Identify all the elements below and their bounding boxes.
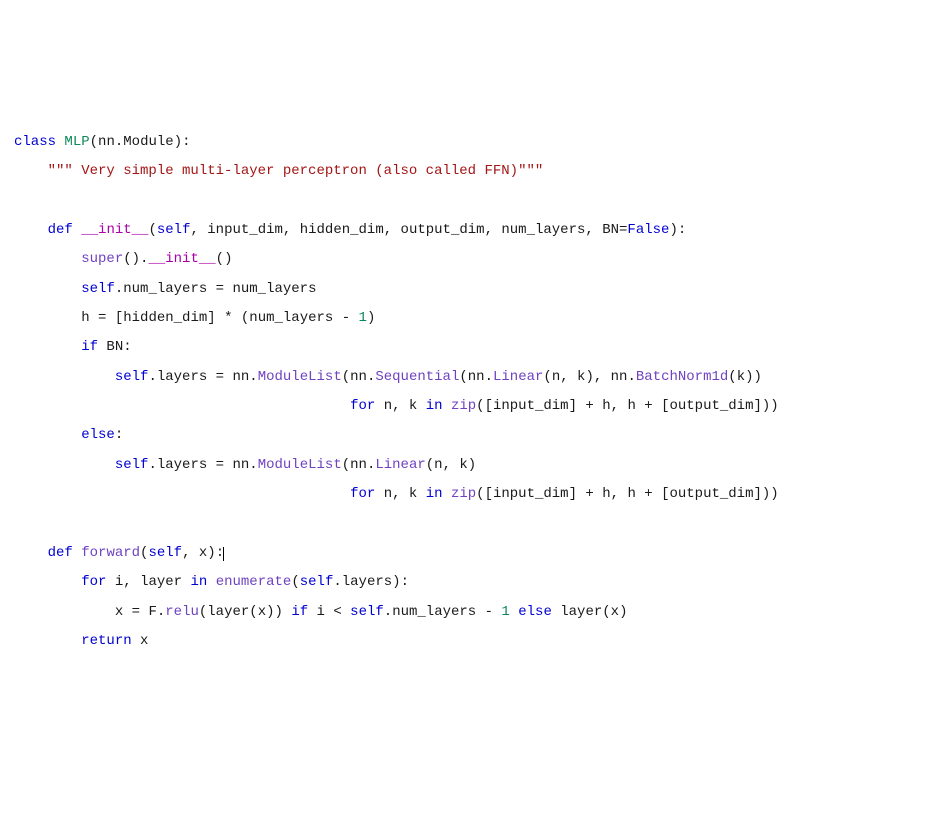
method-name: __init__ [81, 222, 148, 238]
code-line: self.layers = nn.ModuleList(nn.Sequentia… [14, 369, 762, 385]
code-line: x = F.relu(layer(x)) if i < self.num_lay… [14, 604, 627, 620]
code-line: def __init__(self, input_dim, hidden_dim… [14, 222, 686, 238]
code-line: def forward(self, x): [14, 545, 224, 561]
code-line: for i, layer in enumerate(self.layers): [14, 574, 409, 590]
method-name: forward [81, 545, 140, 561]
code-line: return x [14, 633, 148, 649]
keyword-def: def [48, 545, 73, 561]
keyword-def: def [48, 222, 73, 238]
code-line: for n, k in zip([input_dim] + h, h + [ou… [14, 486, 779, 502]
code-line: class MLP(nn.Module): [14, 134, 191, 150]
code-editor-content[interactable]: class MLP(nn.Module): """ Very simple mu… [14, 128, 929, 657]
code-line: self.num_layers = num_layers [14, 281, 316, 297]
code-line: self.layers = nn.ModuleList(nn.Linear(n,… [14, 457, 476, 473]
code-line: super().__init__() [14, 251, 232, 267]
code-line: else: [14, 427, 123, 443]
text-cursor [223, 547, 224, 561]
code-line: h = [hidden_dim] * (num_layers - 1) [14, 310, 375, 326]
keyword-class: class [14, 134, 56, 150]
class-name: MLP [64, 134, 89, 150]
code-line: if BN: [14, 339, 132, 355]
code-line: for n, k in zip([input_dim] + h, h + [ou… [14, 398, 779, 414]
docstring: """ Very simple multi-layer perceptron (… [48, 163, 544, 179]
code-line: """ Very simple multi-layer perceptron (… [14, 163, 543, 179]
